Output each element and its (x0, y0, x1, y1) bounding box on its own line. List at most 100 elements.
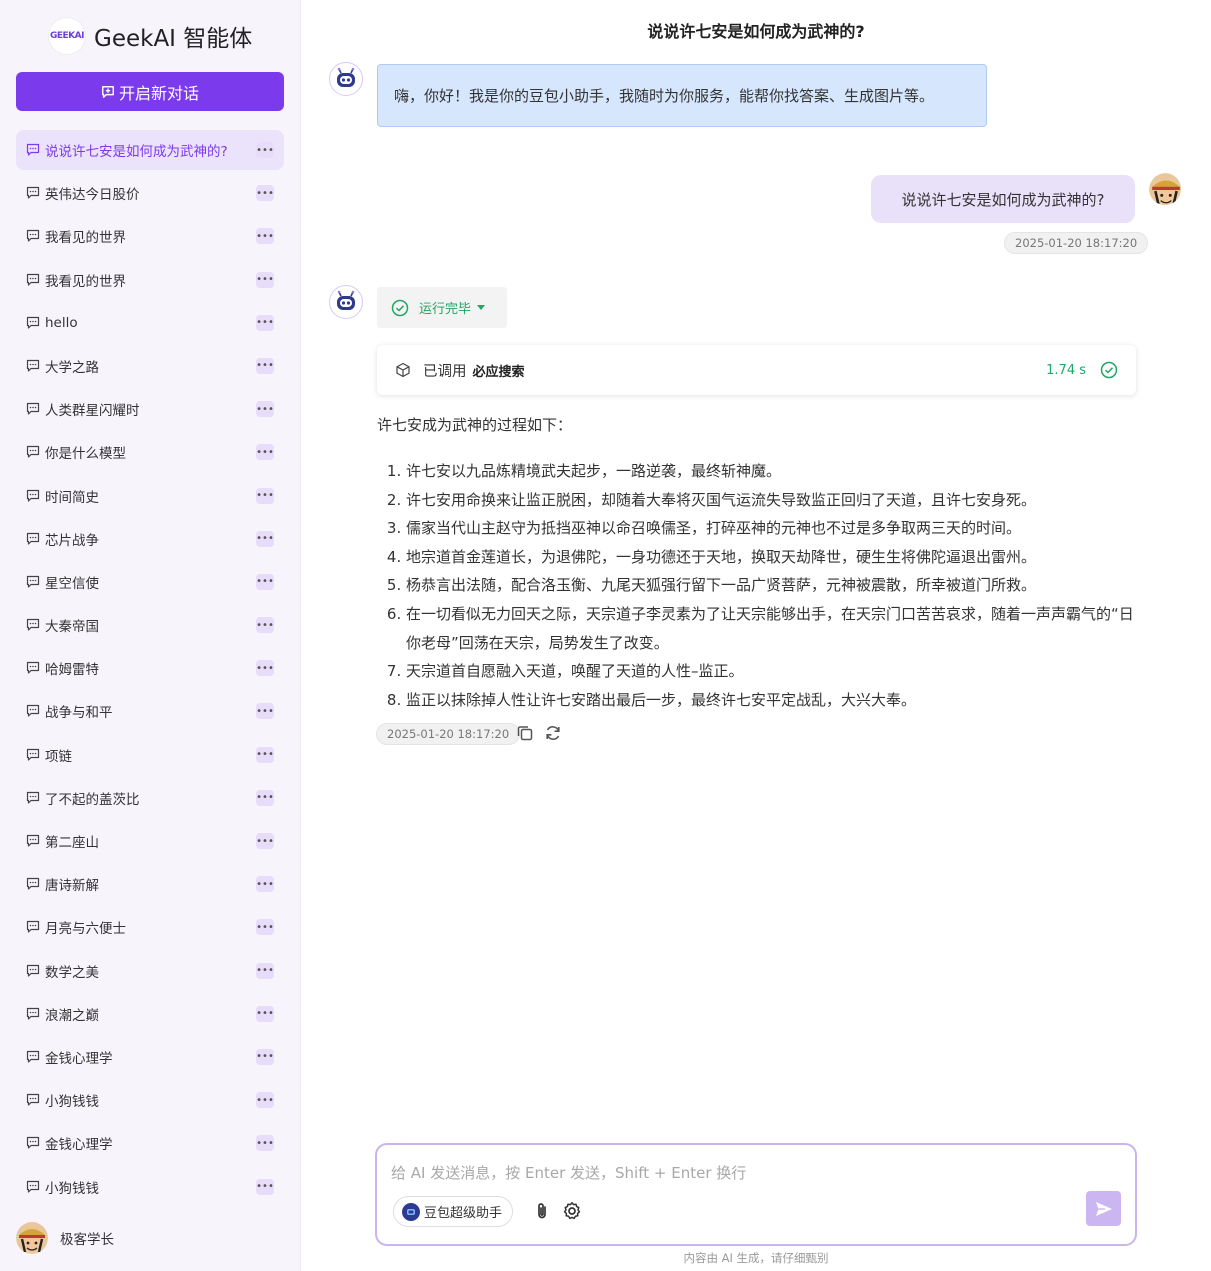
sidebar-conversation-item[interactable]: 浪潮之巅 ••• (16, 994, 284, 1034)
conversation-title: 人类群星闪耀时 (45, 403, 140, 420)
more-options-icon[interactable]: ••• (256, 1005, 274, 1022)
conversation-title: 哈姆雷特 (45, 662, 99, 679)
more-options-icon[interactable]: ••• (256, 228, 274, 245)
chevron-down-icon (477, 305, 486, 310)
sidebar-conversation-item[interactable]: 说说许七安是如何成为武神的? ••• (16, 130, 284, 170)
sidebar-conversation-item[interactable]: 我看见的世界 ••• (16, 216, 284, 256)
more-options-icon[interactable]: ••• (256, 1092, 274, 1109)
sidebar-conversation-item[interactable]: 芯片战争 ••• (16, 519, 284, 559)
chat-bubble-icon (26, 359, 40, 372)
conversation-title: 星空信使 (45, 575, 99, 592)
more-options-icon[interactable]: ••• (256, 1048, 274, 1065)
message-composer[interactable]: 给 AI 发送消息，按 Enter 发送，Shift + Enter 换行 豆包… (375, 1143, 1137, 1246)
sidebar-conversation-item[interactable]: 战争与和平 ••• (16, 691, 284, 731)
more-options-icon[interactable]: ••• (256, 185, 274, 202)
greeting-message: 嗨，你好！我是你的豆包小助手，我随时为你服务，能帮你找答案、生成图片等。 (377, 64, 987, 127)
chat-bubble-icon (26, 575, 40, 588)
answer-list-item: 地宗道首金莲道长，为退佛陀，一身功德还于天地，换取天劫降世，硬生生将佛陀逼退出雷… (406, 543, 1137, 572)
sidebar-conversation-item[interactable]: 星空信使 ••• (16, 562, 284, 602)
answer-list-item: 儒家当代山主赵守为抵挡巫神以命召唤儒圣，打碎巫神的元神也不过是多争取两三天的时间… (406, 514, 1137, 543)
sidebar-conversation-item[interactable]: 时间简史 ••• (16, 476, 284, 516)
sidebar-conversation-item[interactable]: hello ••• (16, 303, 284, 343)
new-chat-button[interactable]: 开启新对话 (16, 72, 284, 111)
more-options-icon[interactable]: ••• (256, 1135, 274, 1152)
more-options-icon[interactable]: ••• (256, 919, 274, 936)
chat-bubble-icon (26, 143, 40, 156)
sidebar-conversation-item[interactable]: 小狗钱钱 ••• (16, 1080, 284, 1120)
chat-plus-icon (102, 85, 114, 98)
check-circle-icon (1100, 361, 1118, 379)
more-options-icon[interactable]: ••• (256, 271, 274, 288)
more-options-icon[interactable]: ••• (256, 573, 274, 590)
answer-list-item: 在一切看似无力回天之际，天宗道子李灵素为了让天宗能够出手，在天宗门口苦苦哀求，随… (406, 600, 1137, 657)
more-options-icon[interactable]: ••• (256, 833, 274, 849)
sidebar-conversation-item[interactable]: 英伟达今日股价 ••• (16, 173, 284, 213)
sidebar-conversation-item[interactable]: 唐诗新解 ••• (16, 864, 284, 904)
answer-list-item: 许七安用命换来让监正脱困，却随着大奉将灭国气运流失导致监正回归了天道，且许七安身… (406, 486, 1137, 515)
user-profile[interactable]: 极客学长 (16, 1222, 114, 1254)
more-options-icon[interactable]: ••• (256, 660, 274, 677)
attachment-icon[interactable] (532, 1201, 552, 1221)
more-options-icon[interactable]: ••• (256, 703, 274, 720)
more-options-icon[interactable]: ••• (256, 1178, 274, 1195)
more-options-icon[interactable]: ••• (256, 487, 274, 504)
brand-name: GeekAI 智能体 (94, 26, 253, 52)
sidebar-conversation-item[interactable]: 数学之美 ••• (16, 951, 284, 991)
more-options-icon[interactable]: ••• (256, 314, 274, 331)
conversation-title: 大秦帝国 (45, 619, 99, 636)
robot-icon (337, 290, 355, 310)
user-message-text: 说说许七安是如何成为武神的? (901, 190, 1105, 209)
more-options-icon[interactable]: ••• (256, 357, 274, 374)
sidebar-conversation-item[interactable]: 第二座山 ••• (16, 821, 284, 861)
sidebar-conversation-item[interactable]: 大学之路 ••• (16, 346, 284, 386)
chat-bubble-icon (26, 403, 40, 415)
greeting-text: 嗨，你好！我是你的豆包小助手，我随时为你服务，能帮你找答案、生成图片等。 (394, 87, 935, 105)
more-options-icon[interactable]: ••• (256, 746, 274, 763)
conversation-title: 项链 (45, 748, 72, 765)
sidebar-conversation-item[interactable]: 人类群星闪耀时 ••• (16, 389, 284, 429)
sidebar-conversation-item[interactable]: 我看见的世界 ••• (16, 260, 284, 300)
tool-call-card[interactable]: 已调用 必应搜索 1.74 s (377, 345, 1136, 395)
regenerate-icon[interactable] (544, 724, 562, 742)
sidebar-conversation-item[interactable]: 小狗钱钱 ••• (16, 1167, 284, 1207)
model-select-button[interactable]: 豆包超级助手 (393, 1196, 514, 1227)
sidebar-conversation-item[interactable]: 项链 ••• (16, 735, 284, 775)
chat-bubble-icon (26, 748, 40, 761)
more-options-icon[interactable]: ••• (256, 444, 274, 461)
chat-bubble-icon (26, 964, 40, 977)
conversation-title: 小狗钱钱 (45, 1094, 99, 1111)
sidebar-conversation-item[interactable]: 金钱心理学 ••• (16, 1123, 284, 1163)
more-options-icon[interactable]: ••• (256, 401, 274, 418)
new-chat-label: 开启新对话 (118, 83, 199, 103)
more-options-icon[interactable]: ••• (256, 617, 274, 634)
sidebar-conversation-item[interactable]: 你是什么模型 ••• (16, 432, 284, 472)
sidebar-conversation-item[interactable]: 金钱心理学 ••• (16, 1037, 284, 1077)
more-options-icon[interactable]: ••• (256, 962, 274, 979)
sidebar-conversation-item[interactable]: 月亮与六便士 ••• (16, 907, 284, 947)
send-button[interactable] (1086, 1191, 1121, 1226)
chat-bubble-icon (26, 1050, 40, 1063)
sidebar-conversation-item[interactable]: 大秦帝国 ••• (16, 605, 284, 645)
robot-icon (337, 67, 355, 87)
more-options-icon[interactable]: ••• (256, 530, 274, 547)
more-options-icon[interactable]: ••• (256, 876, 274, 893)
more-options-icon[interactable]: ••• (256, 789, 274, 806)
sidebar-conversation-item[interactable]: 哈姆雷特 ••• (16, 648, 284, 688)
settings-gear-icon[interactable] (562, 1201, 582, 1221)
brand-logo-text: GEEKAI (50, 31, 84, 41)
user-name: 极客学长 (60, 1232, 114, 1248)
chat-bubble-icon (26, 1180, 40, 1193)
conversation-title: 我看见的世界 (45, 230, 126, 247)
answer-time: 2025-01-20 18:17:20 (376, 723, 521, 745)
user-message: 说说许七安是如何成为武神的? (871, 175, 1135, 223)
bot-avatar (329, 62, 363, 96)
run-status-dropdown[interactable]: 运行完毕 (377, 287, 507, 328)
ai-disclaimer: 内容由 AI 生成，请仔细甄别 (683, 1251, 829, 1265)
answer-intro: 许七安成为武神的过程如下： (377, 416, 573, 434)
conversation-title: 小狗钱钱 (45, 1180, 99, 1197)
more-options-icon[interactable]: ••• (256, 142, 274, 158)
copy-icon[interactable] (516, 724, 534, 742)
sidebar-conversation-item[interactable]: 了不起的盖茨比 ••• (16, 778, 284, 818)
page-title: 说说许七安是如何成为武神的? (647, 22, 865, 41)
message-input-placeholder[interactable]: 给 AI 发送消息，按 Enter 发送，Shift + Enter 换行 (391, 1162, 746, 1183)
